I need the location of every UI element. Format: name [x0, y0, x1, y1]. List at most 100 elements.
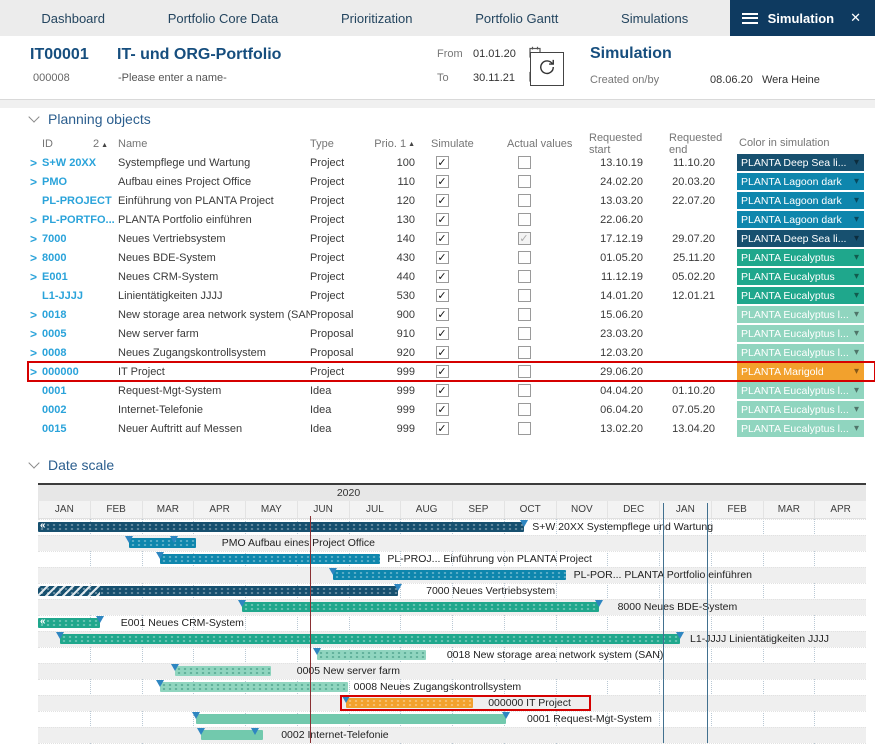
planning-objects-section-header[interactable]: Planning objects [30, 111, 151, 127]
col-name[interactable]: Name [118, 132, 310, 156]
color-dropdown[interactable]: PLANTA Eucalyptus l...▾ [737, 344, 864, 361]
milestone-marker-icon[interactable] [676, 632, 684, 639]
planning-object-id[interactable]: S+W 20XX [42, 157, 118, 169]
expand-icon[interactable]: > [28, 348, 42, 358]
milestone-marker-icon[interactable] [156, 552, 164, 559]
simulate-checkbox[interactable]: ✓ [415, 232, 495, 245]
table-row[interactable]: 0001Request-Mgt-SystemIdea999✓04.04.2001… [28, 381, 875, 400]
actual-values-checkbox[interactable] [495, 289, 585, 302]
col-prio[interactable]: Prio. 1▲ [368, 132, 415, 156]
actual-values-checkbox[interactable] [495, 365, 585, 378]
simulate-checkbox[interactable]: ✓ [415, 289, 495, 302]
expand-icon[interactable]: > [28, 272, 42, 282]
gantt-bar[interactable] [333, 570, 566, 580]
milestone-marker-icon[interactable] [197, 728, 205, 735]
to-date-field[interactable]: 30.11.21 [473, 72, 525, 84]
actual-values-checkbox[interactable] [495, 251, 585, 264]
planning-object-id[interactable]: 000000 [42, 366, 118, 378]
milestone-marker-icon[interactable] [520, 520, 528, 527]
col-actual-values[interactable]: Actual values [495, 132, 585, 156]
color-dropdown[interactable]: PLANTA Eucalyptus l...▾ [737, 325, 864, 342]
gantt-bar[interactable] [317, 650, 426, 660]
hamburger-menu-icon[interactable] [742, 13, 758, 24]
milestone-marker-icon[interactable] [125, 536, 133, 543]
color-dropdown[interactable]: PLANTA Lagoon dark▾ [737, 173, 864, 190]
actual-values-checkbox[interactable] [495, 194, 585, 207]
planning-object-id[interactable]: 0008 [42, 347, 118, 359]
actual-values-checkbox[interactable] [495, 175, 585, 188]
actual-values-checkbox[interactable] [495, 403, 585, 416]
table-row[interactable]: >0005New server farmProposal910✓23.03.20… [28, 324, 875, 343]
expand-icon[interactable]: > [28, 329, 42, 339]
milestone-marker-icon[interactable] [595, 600, 603, 607]
expand-icon[interactable]: > [28, 234, 42, 244]
simulate-checkbox[interactable]: ✓ [415, 175, 495, 188]
table-row[interactable]: 0002Internet-TelefonieIdea999✓06.04.2007… [28, 400, 875, 419]
from-date-field[interactable]: 01.01.20 [473, 48, 525, 60]
col-type[interactable]: Type [310, 132, 368, 156]
tab-prioritization[interactable]: Prioritization [341, 11, 413, 26]
color-dropdown[interactable]: PLANTA Eucalyptus l...▾ [737, 382, 864, 399]
milestone-marker-icon[interactable] [329, 568, 337, 575]
milestone-marker-icon[interactable] [56, 632, 64, 639]
table-row[interactable]: >E001Neues CRM-SystemProject440✓11.12.19… [28, 267, 875, 286]
simulate-checkbox[interactable]: ✓ [415, 156, 495, 169]
actual-values-checkbox[interactable] [495, 346, 585, 359]
color-dropdown[interactable]: PLANTA Eucalyptus l...▾ [737, 420, 864, 437]
simulate-checkbox[interactable]: ✓ [415, 365, 495, 378]
planning-object-id[interactable]: PMO [42, 176, 118, 188]
color-dropdown[interactable]: PLANTA Lagoon dark▾ [737, 192, 864, 209]
simulate-checkbox[interactable]: ✓ [415, 213, 495, 226]
simulate-checkbox[interactable]: ✓ [415, 384, 495, 397]
table-row[interactable]: >7000Neues VertriebsystemProject140✓✓17.… [28, 229, 875, 248]
color-dropdown[interactable]: PLANTA Eucalyptus l...▾ [737, 401, 864, 418]
simulate-checkbox[interactable]: ✓ [415, 251, 495, 264]
simulate-checkbox[interactable]: ✓ [415, 422, 495, 435]
expand-icon[interactable]: > [28, 367, 42, 377]
tab-simulations[interactable]: Simulations [621, 11, 688, 26]
tab-portfolio-gantt[interactable]: Portfolio Gantt [475, 11, 558, 26]
color-dropdown[interactable]: PLANTA Eucalyptus▾ [737, 249, 864, 266]
milestone-marker-icon[interactable] [502, 712, 510, 719]
expand-icon[interactable]: > [28, 253, 42, 263]
col-id[interactable]: ID [42, 138, 53, 150]
planning-object-id[interactable]: E001 [42, 271, 118, 283]
milestone-marker-icon[interactable] [171, 664, 179, 671]
planning-object-id[interactable]: PL-PORTFO... [42, 214, 118, 226]
table-row[interactable]: >PMOAufbau eines Project OfficeProject11… [28, 172, 875, 191]
tab-dashboard[interactable]: Dashboard [41, 11, 105, 26]
planning-object-id[interactable]: PL-PROJECT [42, 195, 118, 207]
color-dropdown[interactable]: PLANTA Deep Sea li...▾ [737, 230, 864, 247]
simulate-checkbox[interactable]: ✓ [415, 327, 495, 340]
gantt-bar[interactable] [196, 714, 507, 724]
planning-object-id[interactable]: 0001 [42, 385, 118, 397]
actual-values-checkbox[interactable] [495, 327, 585, 340]
milestone-marker-icon[interactable] [251, 728, 259, 735]
planning-object-id[interactable]: L1-JJJJ [42, 290, 118, 302]
gantt-bar[interactable] [175, 666, 271, 676]
actual-values-checkbox[interactable] [495, 422, 585, 435]
actual-values-checkbox[interactable] [495, 213, 585, 226]
table-row[interactable]: L1-JJJJLinientätigkeiten JJJJProject530✓… [28, 286, 875, 305]
planning-object-id[interactable]: 0002 [42, 404, 118, 416]
gantt-bar[interactable] [160, 682, 349, 692]
milestone-marker-icon[interactable] [313, 648, 321, 655]
simulate-checkbox[interactable]: ✓ [415, 270, 495, 283]
color-dropdown[interactable]: PLANTA Marigold▾ [737, 363, 864, 380]
expand-icon[interactable]: > [28, 158, 42, 168]
milestone-marker-icon[interactable] [394, 584, 402, 591]
table-row[interactable]: >S+W 20XXSystempflege und WartungProject… [28, 153, 875, 172]
color-dropdown[interactable]: PLANTA Lagoon dark▾ [737, 211, 864, 228]
date-scale-section-header[interactable]: Date scale [30, 457, 114, 473]
tab-portfolio-core-data[interactable]: Portfolio Core Data [168, 11, 279, 26]
simulate-checkbox[interactable]: ✓ [415, 194, 495, 207]
color-dropdown[interactable]: PLANTA Eucalyptus l...▾ [737, 306, 864, 323]
milestone-marker-icon[interactable] [192, 712, 200, 719]
color-dropdown[interactable]: PLANTA Eucalyptus▾ [737, 287, 864, 304]
actual-values-checkbox[interactable] [495, 156, 585, 169]
actual-values-checkbox[interactable] [495, 270, 585, 283]
gantt-bar[interactable] [129, 538, 196, 548]
expand-icon[interactable]: > [28, 310, 42, 320]
col-requested-start[interactable]: Requested start [585, 132, 665, 156]
refresh-button[interactable] [530, 52, 564, 86]
